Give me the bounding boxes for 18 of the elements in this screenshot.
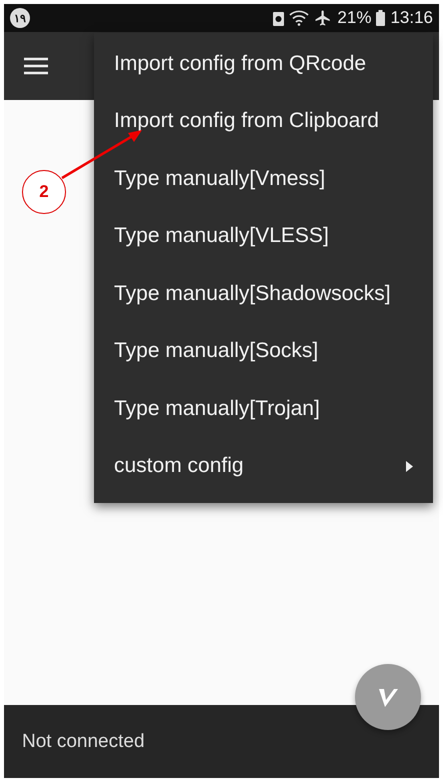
menu-item[interactable]: Type manually[VLESS] [94, 208, 433, 265]
menu-icon[interactable] [24, 57, 48, 75]
connection-status: Not connected [22, 730, 145, 752]
menu-item[interactable]: Type manually[Vmess] [94, 150, 433, 208]
airplane-icon [314, 9, 332, 27]
battery-icon [376, 10, 386, 26]
menu-item[interactable]: Type manually[Shadowsocks] [94, 265, 433, 322]
menu-item[interactable]: Import config from QRcode [94, 35, 433, 92]
menu-item[interactable]: Type manually[Socks] [94, 322, 433, 380]
menu-item[interactable]: Type manually[Trojan] [94, 380, 433, 438]
submenu-arrow-icon [406, 460, 413, 472]
battery-saver-icon [273, 10, 284, 26]
battery-percent: 21% [337, 8, 372, 28]
notification-badge: ١٩ [10, 8, 30, 28]
clock-time: 13:16 [390, 8, 433, 28]
wifi-icon [289, 10, 310, 26]
menu-item[interactable]: Import config from Clipboard [94, 92, 433, 150]
menu-item[interactable]: custom config [94, 438, 433, 495]
